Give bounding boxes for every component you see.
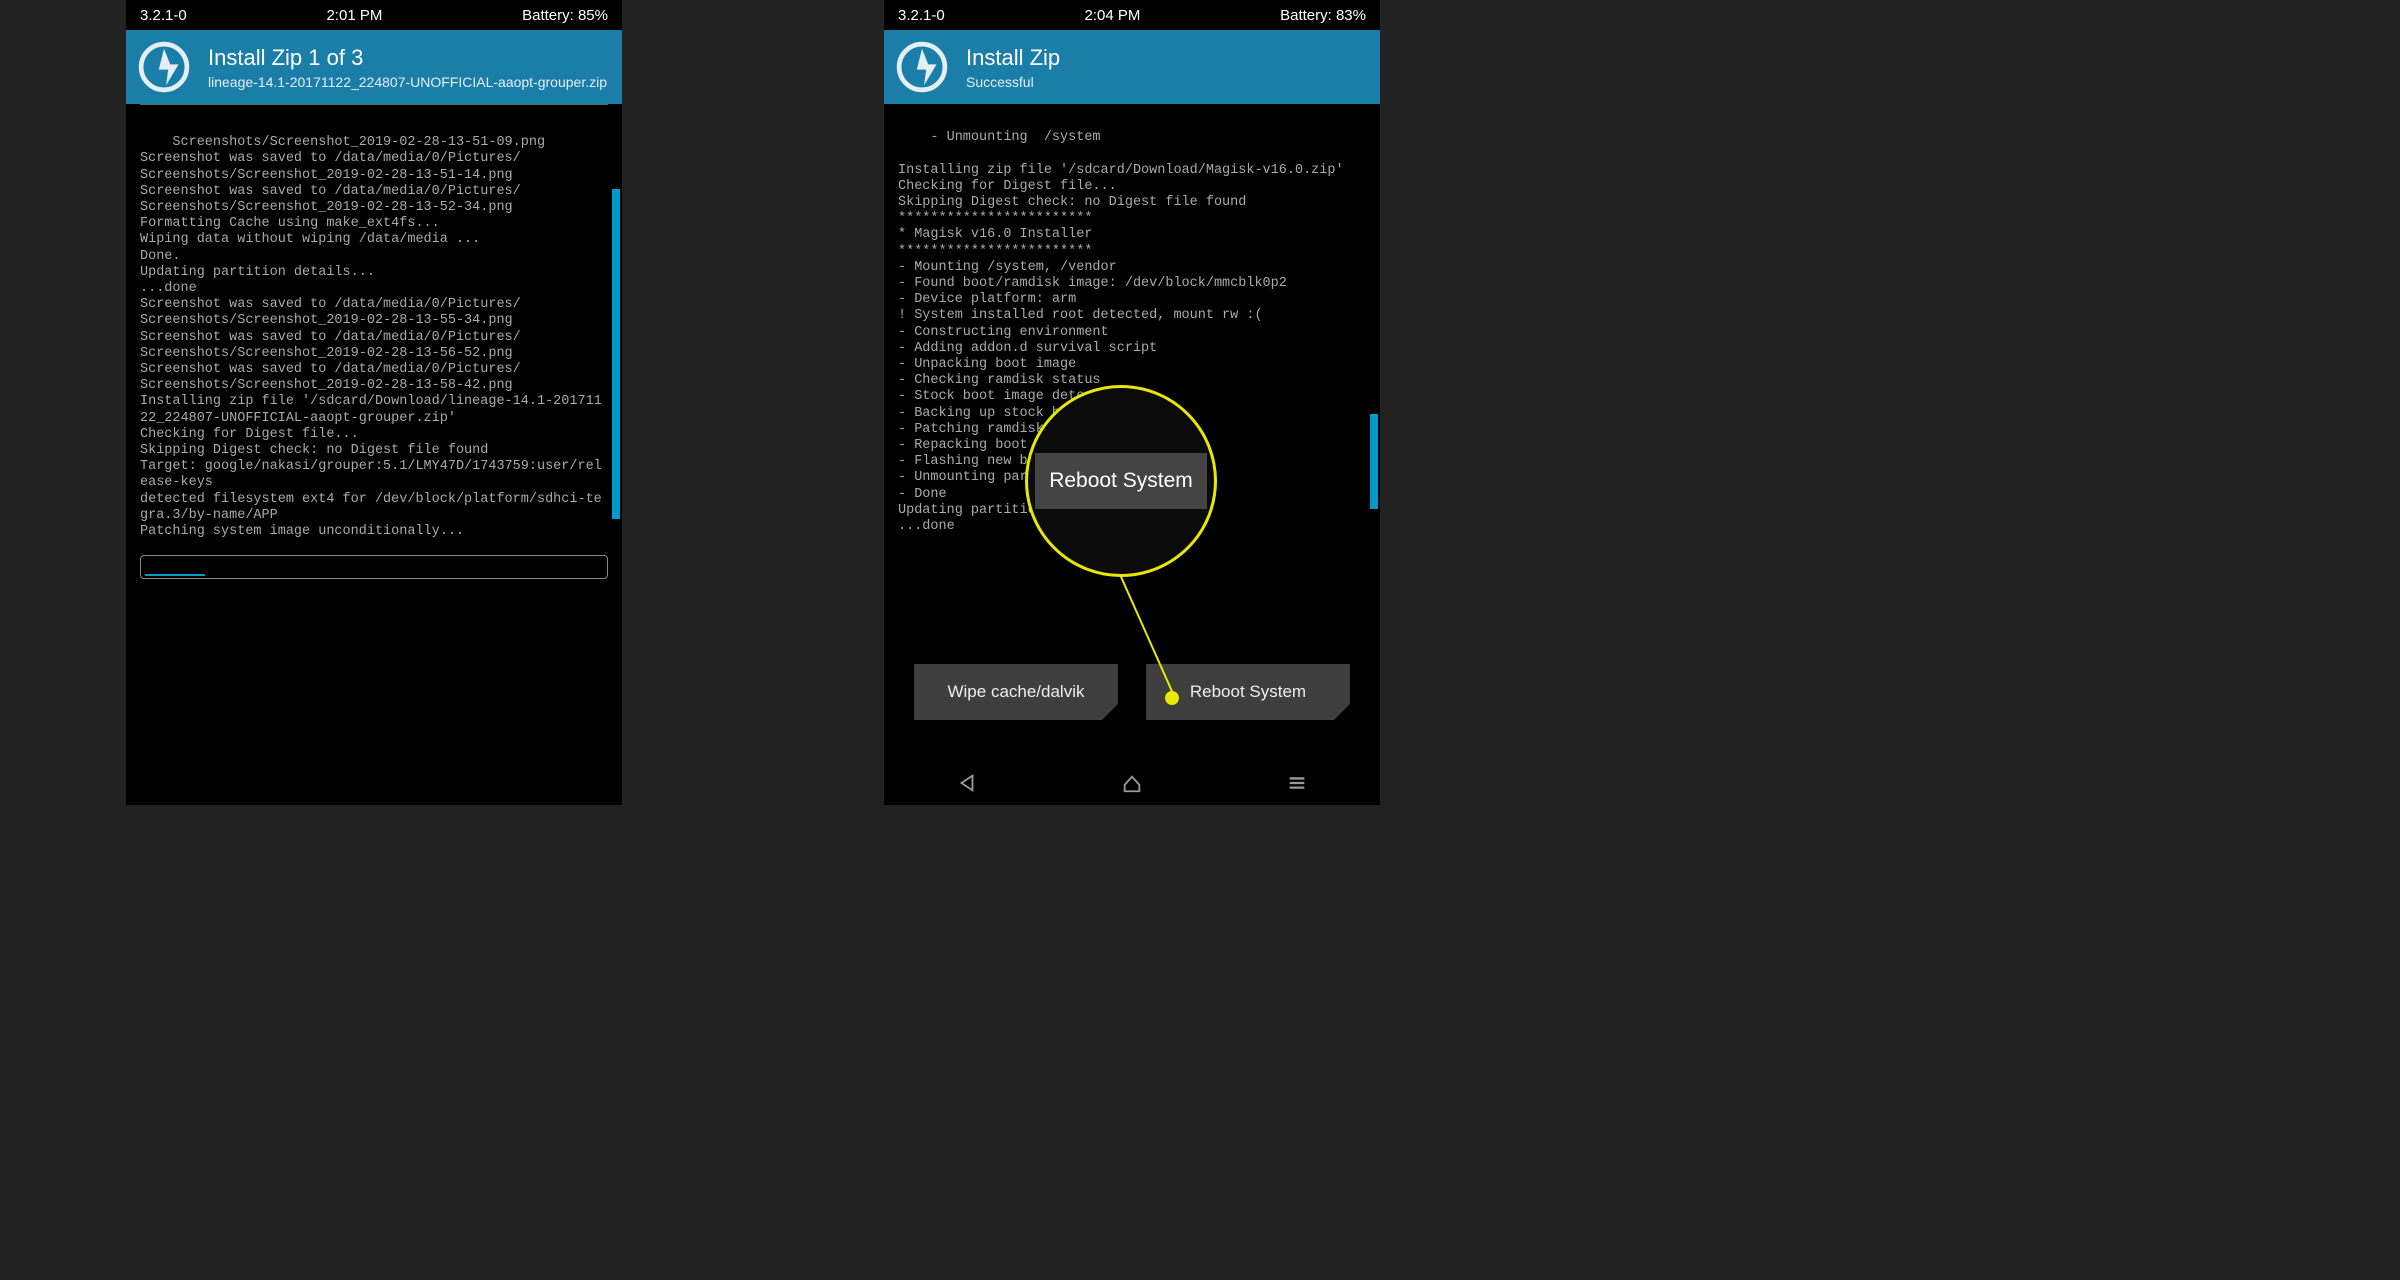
progress-container <box>126 549 622 579</box>
progress-fill <box>145 574 205 576</box>
menu-icon[interactable] <box>1286 772 1308 794</box>
home-icon[interactable] <box>1121 772 1143 794</box>
back-icon[interactable] <box>956 772 978 794</box>
status-bar: 3.2.1-0 2:01 PM Battery: 85% <box>126 0 622 30</box>
version-label: 3.2.1-0 <box>898 7 945 24</box>
twrp-logo-icon <box>896 41 948 93</box>
scrollbar[interactable] <box>612 189 620 519</box>
callout-reboot-highlight: Reboot System <box>1035 453 1207 509</box>
time-label: 2:04 PM <box>1084 7 1140 24</box>
header-subtitle: Successful <box>966 74 1060 90</box>
battery-label: Battery: 83% <box>1280 7 1366 24</box>
callout-dot <box>1165 691 1179 705</box>
phone-screenshot-left: 3.2.1-0 2:01 PM Battery: 85% Install Zip… <box>126 0 622 805</box>
scrollbar[interactable] <box>1370 414 1378 509</box>
battery-label: Battery: 85% <box>522 7 608 24</box>
terminal-log[interactable]: Screenshots/Screenshot_2019-02-28-13-51-… <box>126 109 622 549</box>
header-subtitle: lineage-14.1-20171122_224807-UNOFFICIAL-… <box>208 74 607 90</box>
time-label: 2:01 PM <box>326 7 382 24</box>
terminal-text: Screenshots/Screenshot_2019-02-28-13-51-… <box>140 135 602 539</box>
status-bar: 3.2.1-0 2:04 PM Battery: 83% <box>884 0 1380 30</box>
twrp-logo-icon <box>138 41 190 93</box>
twrp-header: Install Zip Successful <box>884 30 1380 104</box>
progress-bar <box>140 555 608 579</box>
callout-circle: Reboot System <box>1025 385 1217 577</box>
version-label: 3.2.1-0 <box>140 7 187 24</box>
twrp-header: Install Zip 1 of 3 lineage-14.1-20171122… <box>126 30 622 104</box>
header-title: Install Zip <box>966 45 1060 71</box>
divider <box>140 104 608 105</box>
wipe-cache-button[interactable]: Wipe cache/dalvik <box>914 664 1118 720</box>
android-nav-bar <box>884 760 1380 805</box>
button-row: Wipe cache/dalvik Reboot System <box>884 664 1380 720</box>
header-title: Install Zip 1 of 3 <box>208 45 607 71</box>
